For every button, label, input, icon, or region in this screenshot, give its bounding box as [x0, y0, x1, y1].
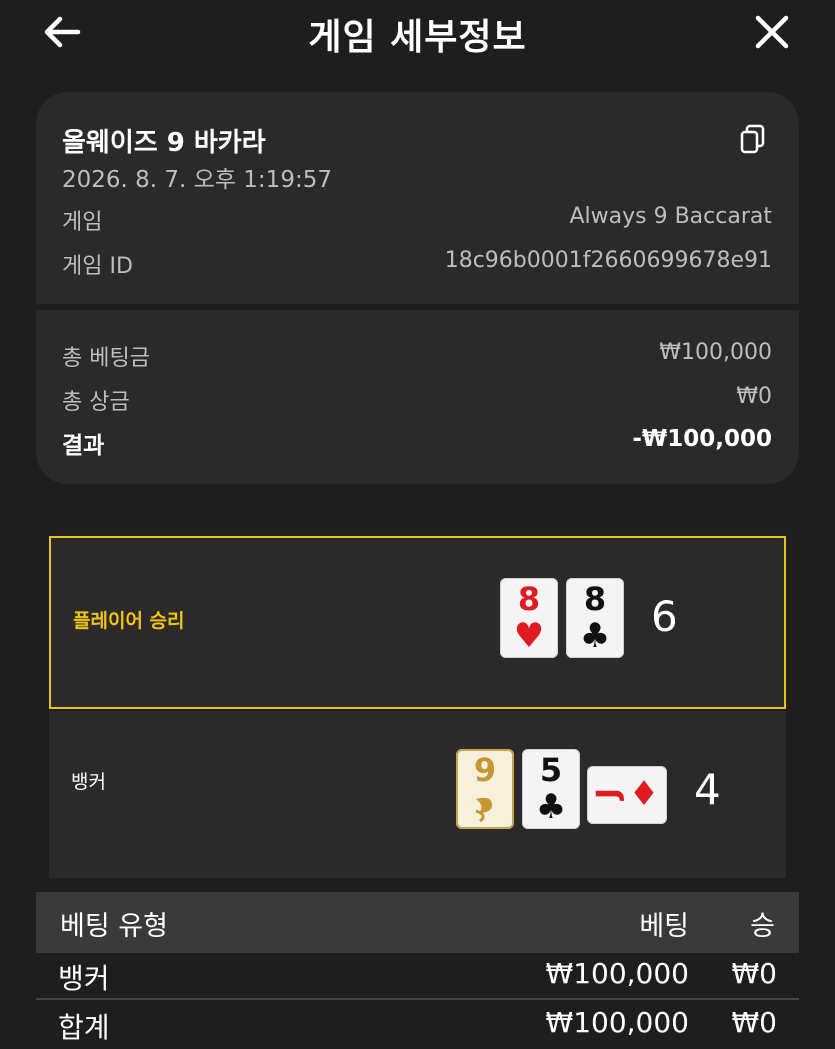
app-header: 게임 세부정보	[0, 0, 835, 70]
row-divider	[36, 998, 799, 1000]
game-timestamp: 2026. 8. 7. 오후 1:19:57	[62, 167, 332, 193]
playing-card-rotated: J ♦	[587, 766, 667, 824]
playing-card: 8 ♣	[566, 578, 624, 658]
win-amount-cell: ₩0	[731, 957, 778, 990]
bet-header: 베팅	[639, 911, 689, 942]
total-bet-value: ₩100,000	[659, 340, 772, 365]
card-rank: 8	[583, 580, 607, 618]
game-id-label: 게임 ID	[62, 254, 133, 279]
heart-icon: ♥	[513, 616, 545, 656]
win-header: 승	[750, 911, 775, 942]
playing-card: 5 ♣	[522, 749, 580, 829]
banker-label: 뱅커	[71, 771, 106, 793]
total-bet-label: 총 베팅금	[62, 346, 150, 371]
game-summary-card: 올웨이즈 9 바카라 2026. 8. 7. 오후 1:19:57 게임 Alw…	[36, 92, 799, 484]
table-total-row: 합계 ₩100,000 ₩0	[36, 1002, 799, 1049]
card-divider	[36, 304, 799, 310]
total-win-label: 총 상금	[62, 390, 130, 415]
card-rank: 8	[517, 580, 541, 618]
playing-card: 9	[456, 749, 514, 829]
banker-hand-panel: 뱅커 9 5 ♣ J ♦ 4	[49, 711, 786, 878]
bets-table-header: 베팅 유형 베팅 승	[36, 892, 799, 953]
always9-symbol-icon	[475, 797, 492, 823]
copy-button[interactable]	[736, 122, 770, 156]
bet-type-header: 베팅 유형	[60, 911, 168, 942]
game-id-value: 18c96b0001f2660699678e91	[444, 248, 772, 273]
result-value: -₩100,000	[632, 426, 772, 452]
game-name: 올웨이즈 9 바카라	[62, 128, 266, 158]
total-win-value: ₩0	[736, 384, 772, 409]
club-icon: ♣	[579, 616, 611, 656]
total-win-cell: ₩0	[731, 1006, 778, 1039]
player-score: 6	[651, 592, 678, 641]
bet-amount-cell: ₩100,000	[545, 957, 689, 990]
playing-card: 8 ♥	[500, 578, 558, 658]
banker-score: 4	[694, 765, 721, 814]
card-rank: 5	[539, 751, 563, 789]
page-title: 게임 세부정보	[308, 17, 527, 58]
close-icon	[755, 15, 789, 49]
card-rank: J	[590, 787, 626, 800]
game-value: Always 9 Baccarat	[569, 204, 772, 229]
result-label: 결과	[62, 433, 105, 459]
close-button[interactable]	[750, 10, 794, 54]
bet-type-cell: 뱅커	[58, 962, 110, 995]
player-win-label: 플레이어 승리	[73, 610, 185, 632]
diamond-icon: ♦	[628, 774, 660, 814]
table-row: 뱅커 ₩100,000 ₩0	[36, 953, 799, 1000]
copy-icon	[740, 124, 765, 154]
game-label: 게임	[62, 210, 103, 235]
player-hand-panel: 플레이어 승리 8 ♥ 8 ♣ 6	[49, 536, 786, 709]
card-rank: 9	[473, 751, 497, 789]
total-bet-cell: ₩100,000	[545, 1006, 689, 1039]
total-type-cell: 합계	[58, 1011, 110, 1044]
club-icon: ♣	[535, 787, 567, 827]
